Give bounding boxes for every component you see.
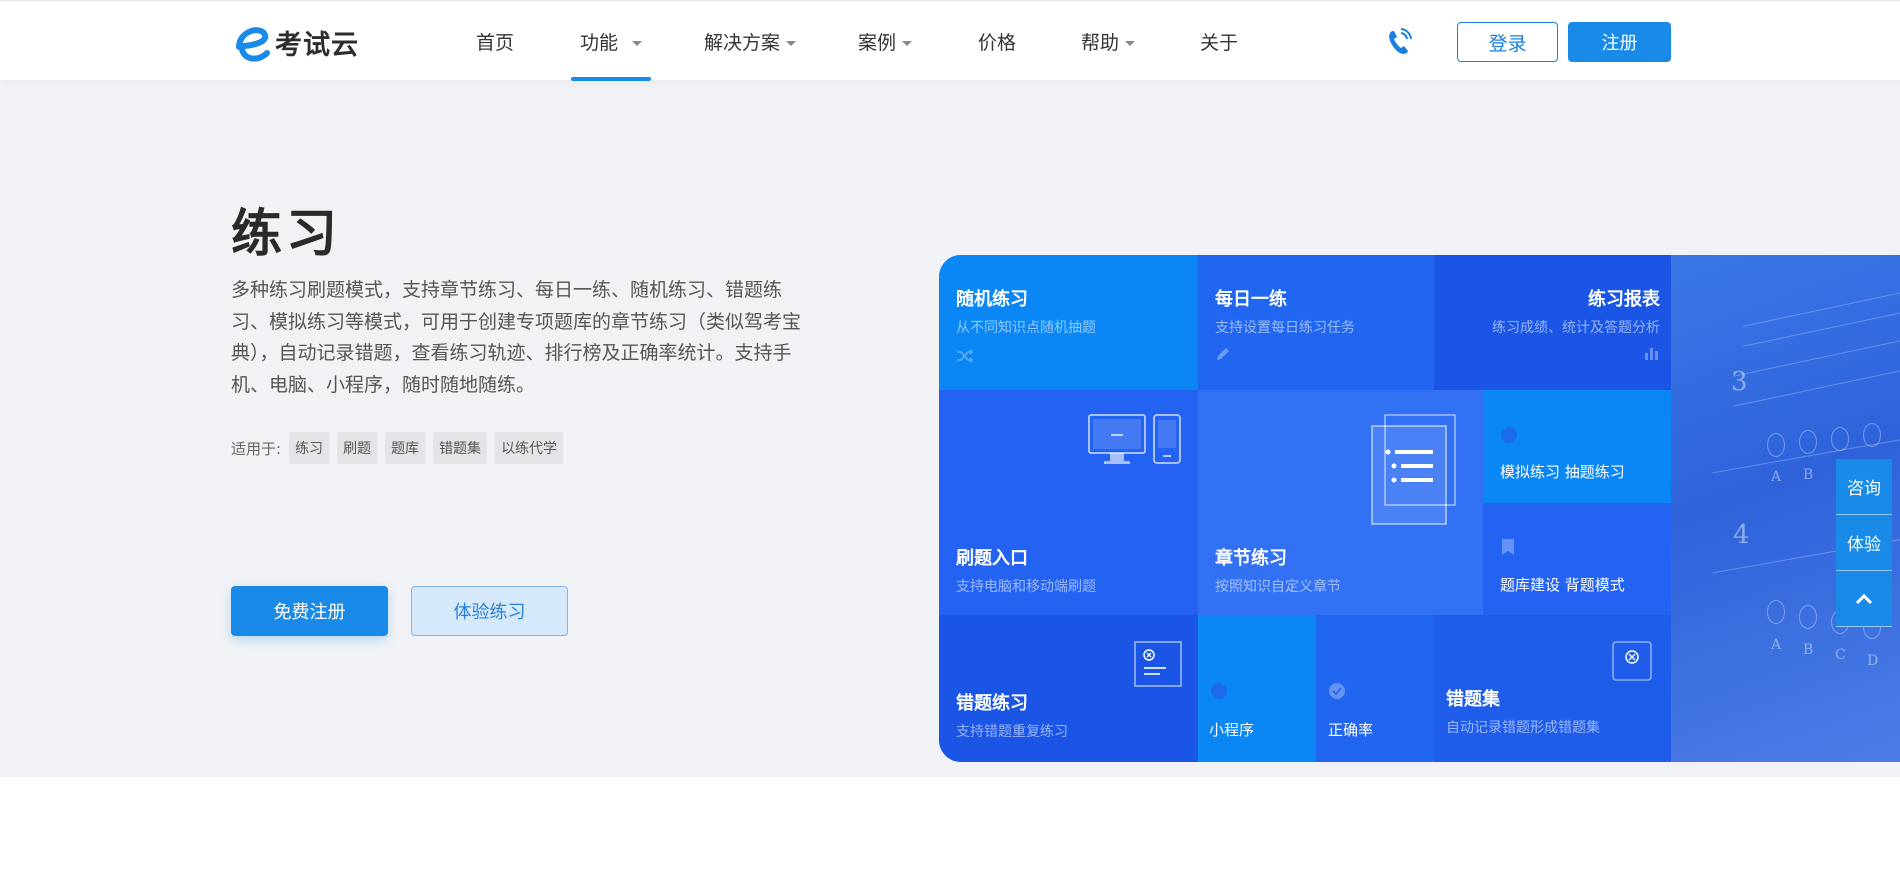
feature-accuracy[interactable]: 正确率 (1316, 615, 1434, 762)
feature-report[interactable]: 练习报表 练习成绩、统计及答题分析 (1434, 255, 1671, 390)
chevron-down-icon (632, 40, 643, 46)
side-float-menu: 咨询 体验 (1836, 459, 1892, 627)
check-circle-icon (1329, 683, 1345, 699)
logo[interactable]: 考试云 (231, 19, 359, 65)
hero-section: 练习 多种练习刷题模式，支持章节练习、每日一练、随机练习、错题练习、模拟练习等模… (0, 80, 1900, 777)
tag-list: 适用于: 练习 刷题 题库 错题集 以练代学 (231, 432, 564, 464)
tag[interactable]: 错题集 (433, 432, 488, 464)
bar-chart-icon (1645, 348, 1658, 360)
chevron-down-icon (786, 40, 797, 46)
document-list-icon (1371, 414, 1456, 525)
chevron-down-icon (902, 40, 913, 46)
tag[interactable]: 练习 (289, 432, 330, 464)
nav-solutions[interactable]: 解决方案 (704, 1, 797, 81)
logo-text: 考试云 (275, 29, 359, 61)
chevron-down-icon (1125, 40, 1136, 46)
feature-daily[interactable]: 每日一练 支持设置每日练习任务 (1198, 255, 1434, 390)
feature-grid: 随机练习 从不同知识点随机抽题 每日一练 支持设置每日练习任务 练习报表 练习成… (939, 255, 1900, 762)
nav-pricing[interactable]: 价格 (978, 1, 1016, 81)
phone-icon[interactable] (1385, 27, 1413, 57)
tag[interactable]: 刷题 (337, 432, 378, 464)
nav-home[interactable]: 首页 (476, 1, 514, 81)
nav-help[interactable]: 帮助 (1081, 1, 1136, 81)
feature-bank[interactable]: 题库建设 背题模式 (1483, 503, 1671, 615)
feature-entry[interactable]: 刷题入口 支持电脑和移动端刷题 (939, 390, 1198, 615)
nav-about[interactable]: 关于 (1200, 1, 1238, 81)
free-register-button[interactable]: 免费注册 (231, 586, 388, 636)
feature-random[interactable]: 随机练习 从不同知识点随机抽题 (939, 255, 1198, 390)
nav-features[interactable]: 功能 (570, 1, 652, 81)
feature-mock[interactable]: 模拟练习 抽题练习 (1483, 390, 1671, 503)
tag[interactable]: 题库 (385, 432, 426, 464)
login-button[interactable]: 登录 (1457, 22, 1558, 62)
clock-icon (1501, 427, 1517, 443)
bookmark-icon (1502, 539, 1514, 555)
tag[interactable]: 以练代学 (495, 432, 564, 464)
feature-mini-program[interactable]: 小程序 (1198, 615, 1316, 762)
feature-chapter[interactable]: 章节练习 按照知识自定义章节 (1198, 390, 1483, 615)
error-document-icon (1134, 641, 1182, 687)
feature-wrong[interactable]: 错题练习 支持错题重复练习 (939, 615, 1198, 762)
mini-program-icon (1211, 683, 1227, 699)
chevron-up-icon (1855, 593, 1873, 604)
shuffle-icon (957, 349, 974, 363)
hero-description: 多种练习刷题模式，支持章节练习、每日一练、随机练习、错题练习、模拟练习等模式，可… (231, 279, 802, 396)
pencil-icon (1217, 348, 1229, 360)
page-title: 练习 (231, 205, 342, 264)
experience-button[interactable]: 体验 (1836, 515, 1892, 571)
feature-wrong-set[interactable]: 错题集 自动记录错题形成错题集 (1434, 615, 1671, 762)
devices-icon (1088, 414, 1181, 464)
error-card-icon (1612, 641, 1652, 681)
try-practice-button[interactable]: 体验练习 (411, 586, 568, 636)
consult-button[interactable]: 咨询 (1836, 459, 1892, 515)
nav-cases[interactable]: 案例 (858, 1, 913, 81)
top-header: 考试云 首页 功能 解决方案 案例 价格 帮助 关于 登录 注册 (0, 0, 1900, 81)
logo-e-icon (236, 27, 270, 62)
register-button[interactable]: 注册 (1568, 22, 1671, 62)
back-to-top-button[interactable] (1836, 571, 1892, 627)
tags-label: 适用于: (231, 439, 282, 458)
